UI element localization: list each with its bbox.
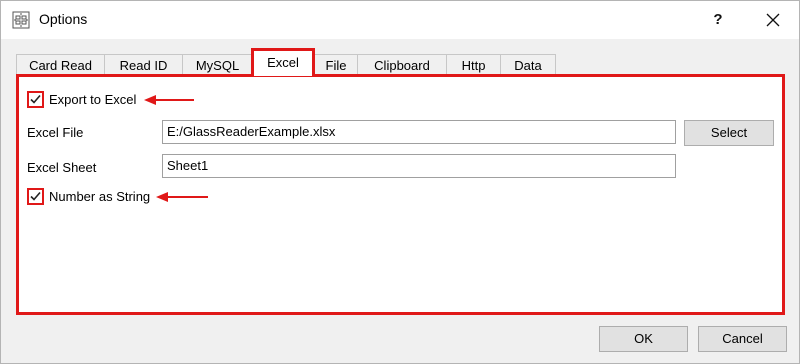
excel-tab-panel: Export to Excel Excel File E:/GlassReade… bbox=[16, 74, 785, 315]
ok-button[interactable]: OK bbox=[599, 326, 688, 352]
number-as-string-label: Number as String bbox=[49, 189, 151, 204]
tab-card-read[interactable]: Card Read bbox=[16, 54, 105, 76]
cancel-button[interactable]: Cancel bbox=[698, 326, 787, 352]
export-to-excel-label: Export to Excel bbox=[49, 92, 137, 107]
options-dialog: Options ? Card Read Read ID MySQL Excel … bbox=[0, 0, 800, 364]
check-icon bbox=[30, 191, 41, 201]
number-as-string-checkbox[interactable]: Number as String bbox=[27, 188, 151, 205]
app-icon bbox=[12, 11, 30, 29]
excel-file-label: Excel File bbox=[27, 125, 84, 140]
export-to-excel-checkbox[interactable]: Export to Excel bbox=[27, 91, 137, 108]
excel-file-input[interactable]: E:/GlassReaderExample.xlsx bbox=[162, 120, 676, 144]
tab-excel[interactable]: Excel bbox=[251, 48, 315, 76]
excel-sheet-label: Excel Sheet bbox=[27, 160, 97, 175]
tab-clipboard[interactable]: Clipboard bbox=[357, 54, 447, 76]
title-bar: Options ? bbox=[1, 1, 799, 39]
help-button[interactable]: ? bbox=[701, 1, 735, 39]
annotation-arrow-icon bbox=[144, 95, 194, 105]
check-icon bbox=[30, 94, 41, 104]
annotation-arrow-icon bbox=[156, 192, 208, 202]
close-icon bbox=[766, 13, 780, 27]
tab-file[interactable]: File bbox=[314, 54, 358, 76]
tab-mysql[interactable]: MySQL bbox=[182, 54, 253, 76]
tab-http[interactable]: Http bbox=[446, 54, 501, 76]
select-button[interactable]: Select bbox=[684, 120, 774, 146]
checkbox-box[interactable] bbox=[27, 91, 44, 108]
tab-read-id[interactable]: Read ID bbox=[104, 54, 183, 76]
checkbox-box[interactable] bbox=[27, 188, 44, 205]
close-button[interactable] bbox=[753, 1, 793, 39]
window-title: Options bbox=[39, 11, 88, 27]
tab-data[interactable]: Data bbox=[500, 54, 556, 76]
excel-sheet-input[interactable]: Sheet1 bbox=[162, 154, 676, 178]
